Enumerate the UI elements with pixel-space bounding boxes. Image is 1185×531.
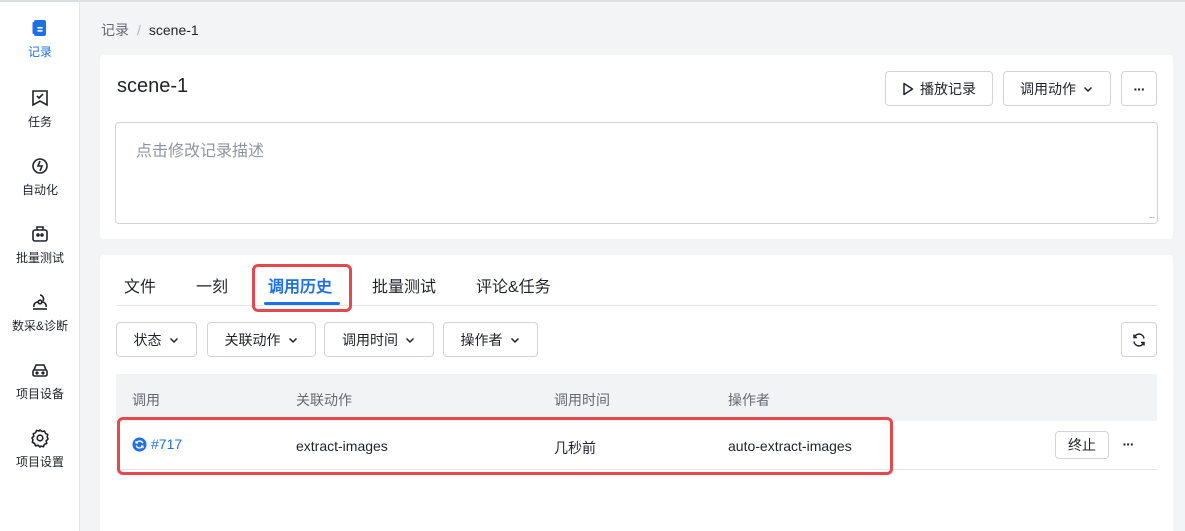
invoke-action-button[interactable]: 调用动作 <box>1003 71 1111 106</box>
play-record-button[interactable]: 播放记录 <box>885 71 993 106</box>
more-icon: ··· <box>1122 436 1135 452</box>
chevron-down-icon <box>169 337 178 343</box>
task-icon <box>32 90 48 107</box>
description-placeholder: 点击修改记录描述 <box>136 143 265 160</box>
diagnosis-icon <box>33 294 47 310</box>
description-field[interactable]: 点击修改记录描述 ... <box>115 122 1158 224</box>
sidebar-item-automation[interactable]: 自动化 <box>0 156 80 212</box>
top-border <box>0 0 1185 2</box>
play-icon <box>903 82 914 95</box>
column-header-invoke: 调用 <box>132 392 160 408</box>
row-highlight-box <box>117 417 893 475</box>
column-header-related-action: 关联动作 <box>296 392 352 408</box>
table-header: 调用 关联动作 调用时间 操作者 <box>116 374 1157 421</box>
play-record-label: 播放记录 <box>920 80 976 97</box>
filter-operator[interactable]: 操作者 <box>443 322 538 357</box>
batch-test-icon <box>32 226 48 242</box>
tab-highlight-box <box>252 264 352 312</box>
chevron-down-icon <box>1083 86 1093 92</box>
gear-icon <box>31 428 49 448</box>
column-header-operator: 操作者 <box>728 392 770 408</box>
history-card: 文件 一刻 调用历史 批量测试 评论&任务 状态 关联动作 调用时间 操作者 调… <box>100 255 1173 531</box>
filter-status[interactable]: 状态 <box>116 322 197 357</box>
sidebar-item-label: 数采&诊断 <box>11 319 68 333</box>
invoke-action-label: 调用动作 <box>1020 80 1076 97</box>
column-header-invoke-time: 调用时间 <box>554 392 610 408</box>
more-options-button[interactable]: ··· <box>1121 71 1157 106</box>
sidebar-item-diagnosis[interactable]: 数采&诊断 <box>0 292 80 348</box>
chevron-down-icon <box>288 337 297 343</box>
sidebar-item-records[interactable]: 记录 <box>0 18 80 74</box>
sidebar-item-label: 批量测试 <box>15 251 64 265</box>
filter-invoke-time[interactable]: 调用时间 <box>324 322 434 357</box>
page-title: scene-1 <box>117 75 189 97</box>
more-icon: ··· <box>1133 80 1146 97</box>
sidebar-item-label: 自动化 <box>21 183 58 197</box>
refresh-icon <box>1133 332 1145 347</box>
breadcrumb-separator: / <box>137 22 141 38</box>
sidebar: 记录 任务 自动化 批量测试 数采&诊断 项目设备 项目设置 <box>0 2 80 531</box>
resize-grip-icon[interactable]: ... <box>1149 210 1155 221</box>
chevron-down-icon <box>405 337 415 343</box>
sidebar-item-batch-test[interactable]: 批量测试 <box>0 224 80 280</box>
filter-invoke-time-label: 调用时间 <box>342 331 398 348</box>
automation-icon <box>32 158 48 174</box>
sidebar-item-tasks[interactable]: 任务 <box>0 88 80 144</box>
row-more-button[interactable]: ··· <box>1117 433 1139 455</box>
filter-operator-label: 操作者 <box>460 331 503 348</box>
breadcrumb: 记录 / scene-1 <box>101 20 199 40</box>
filter-related-action-label: 关联动作 <box>224 331 281 348</box>
sidebar-item-label: 任务 <box>27 115 52 129</box>
filter-related-action[interactable]: 关联动作 <box>207 322 316 357</box>
sidebar-item-label: 记录 <box>27 45 52 59</box>
tab-files[interactable]: 文件 <box>124 273 156 297</box>
device-icon <box>32 364 48 377</box>
record-icon <box>32 20 46 36</box>
tab-comments-tasks[interactable]: 评论&任务 <box>476 273 551 297</box>
sidebar-item-label: 项目设置 <box>15 455 64 469</box>
filter-status-label: 状态 <box>133 331 162 348</box>
sidebar-item-settings[interactable]: 项目设置 <box>0 428 80 484</box>
breadcrumb-root[interactable]: 记录 <box>101 20 129 40</box>
tab-batch-test[interactable]: 批量测试 <box>372 273 436 297</box>
tab-moment[interactable]: 一刻 <box>196 273 228 297</box>
chevron-down-icon <box>510 337 519 343</box>
record-header-card: scene-1 播放记录 调用动作 ··· 点击修改记录描述 ... <box>100 55 1173 239</box>
breadcrumb-current: scene-1 <box>148 22 199 38</box>
stop-button[interactable]: 终止 <box>1055 431 1109 459</box>
sidebar-item-device[interactable]: 项目设备 <box>0 360 80 416</box>
sidebar-item-label: 项目设备 <box>15 387 64 401</box>
refresh-button[interactable] <box>1121 322 1157 357</box>
